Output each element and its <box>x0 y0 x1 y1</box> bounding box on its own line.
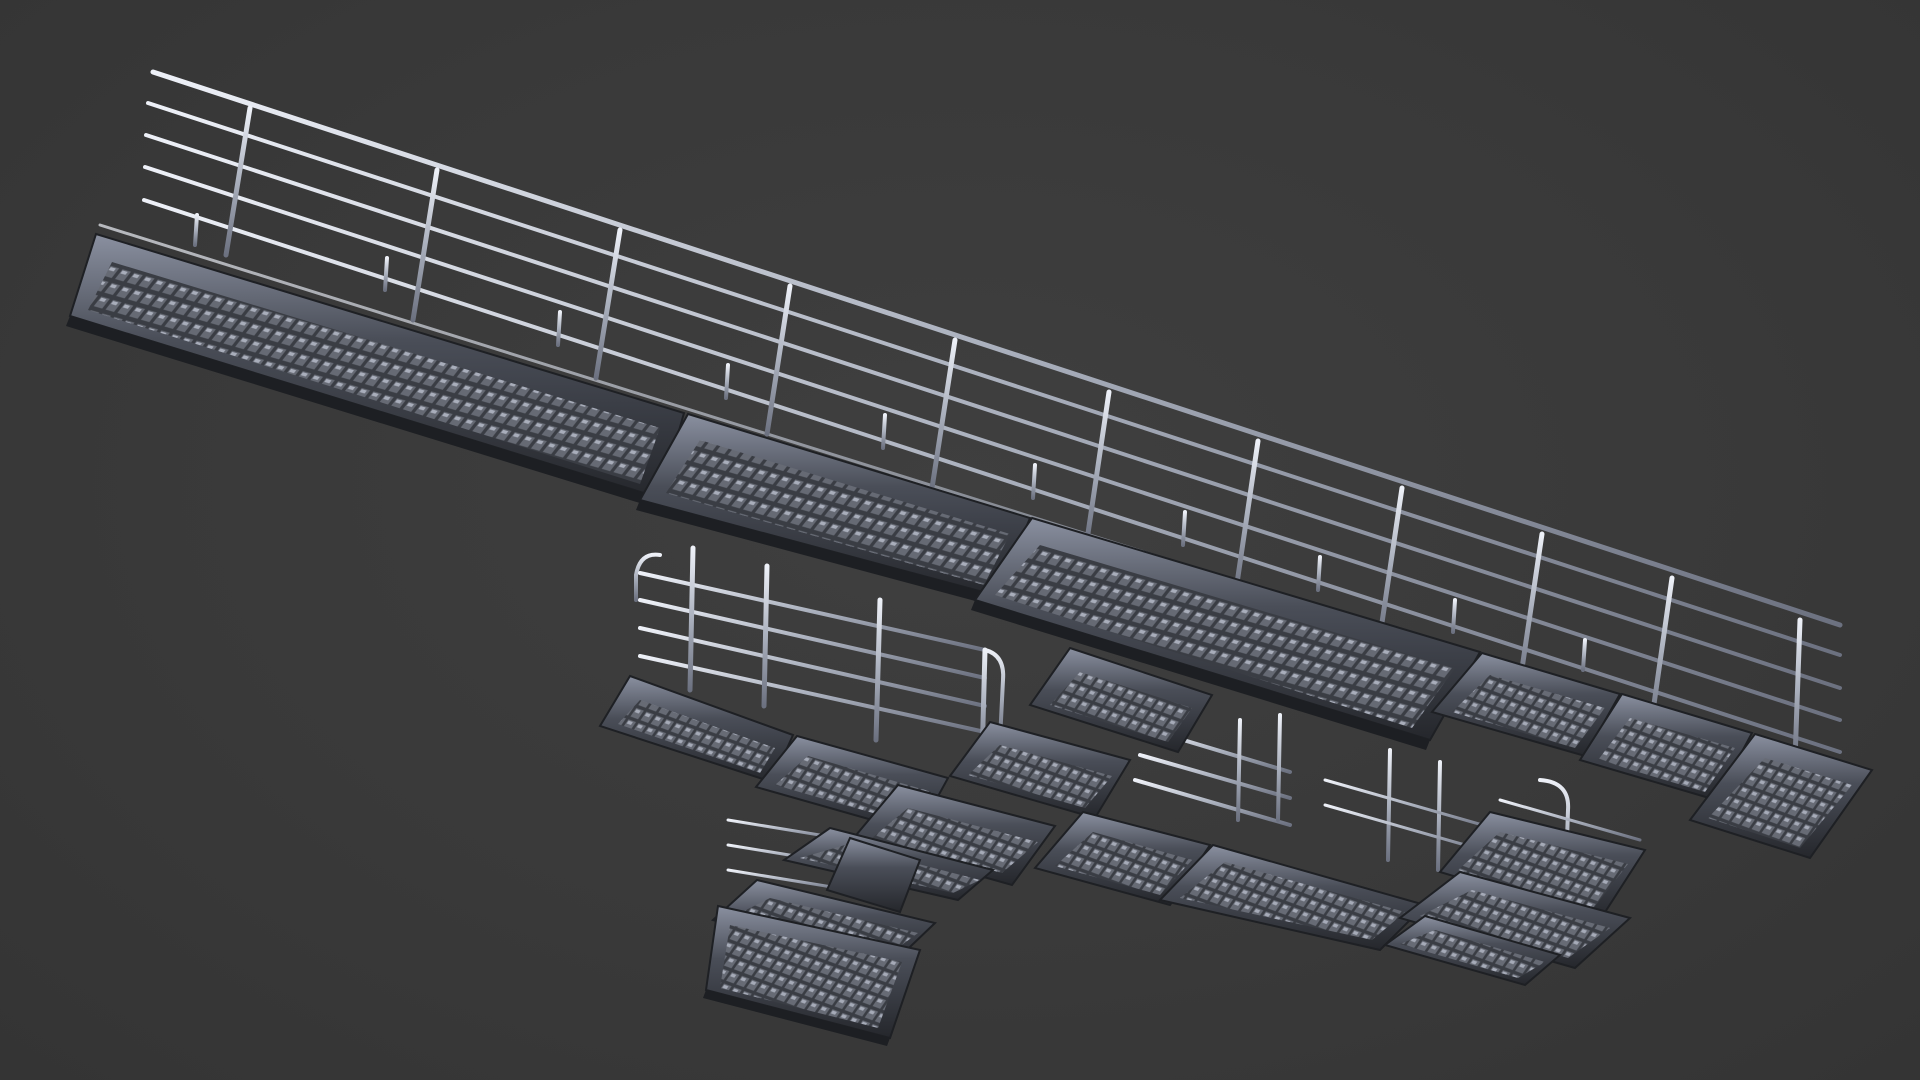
deck-panel-10 <box>948 720 1132 820</box>
deck-panel-14 <box>1158 843 1427 952</box>
catwalk-render <box>66 69 1874 1046</box>
render-viewport <box>0 0 1920 1080</box>
deck-panel-2 <box>636 412 1032 606</box>
main-railing <box>98 69 1843 772</box>
